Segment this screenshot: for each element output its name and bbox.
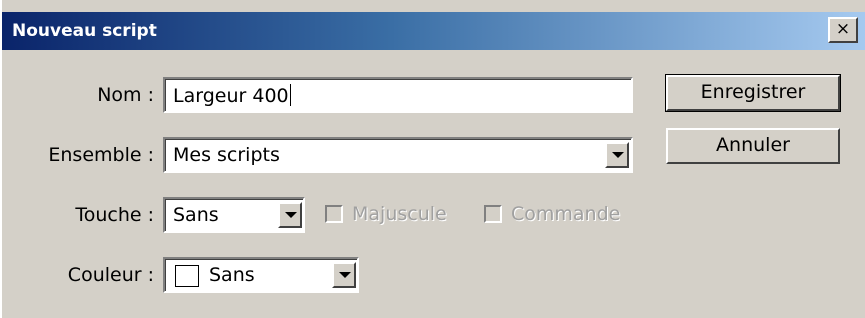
commande-label: Commande (511, 203, 621, 225)
close-icon: × (835, 19, 851, 39)
ensemble-dropdown-button[interactable] (605, 142, 629, 168)
touche-value: Sans (173, 204, 219, 226)
chevron-down-icon (339, 272, 351, 278)
cancel-button-label: Annuler (716, 134, 790, 156)
touche-dropdown-button[interactable] (278, 202, 302, 228)
majuscule-checkbox[interactable] (325, 205, 343, 223)
close-button[interactable]: × (828, 17, 858, 43)
ensemble-dropdown[interactable]: Mes scripts (163, 137, 633, 173)
ensemble-label: Ensemble : (48, 144, 154, 166)
nom-value: Largeur 400 (173, 85, 289, 107)
couleur-dropdown-button[interactable] (332, 262, 356, 288)
couleur-label: Couleur : (67, 264, 154, 286)
couleur-value: Sans (209, 264, 255, 286)
touche-label: Touche : (75, 204, 154, 226)
commande-checkbox[interactable] (484, 205, 502, 223)
new-script-dialog: Nouveau script × Nom : Largeur 400 Ensem… (0, 0, 865, 318)
touche-dropdown[interactable]: Sans (163, 197, 305, 233)
couleur-dropdown[interactable]: Sans (163, 257, 359, 293)
color-swatch (175, 265, 199, 287)
majuscule-label: Majuscule (352, 203, 447, 225)
cancel-button[interactable]: Annuler (666, 128, 840, 164)
nom-input[interactable]: Largeur 400 (163, 77, 633, 113)
text-caret (289, 84, 291, 106)
dialog-title: Nouveau script (12, 21, 157, 41)
title-bar[interactable]: Nouveau script × (2, 12, 865, 50)
nom-label: Nom : (97, 84, 154, 106)
save-button[interactable]: Enregistrer (665, 74, 841, 112)
chevron-down-icon (612, 152, 624, 158)
chevron-down-icon (285, 212, 297, 218)
save-button-label: Enregistrer (700, 81, 806, 103)
ensemble-value: Mes scripts (173, 144, 280, 166)
